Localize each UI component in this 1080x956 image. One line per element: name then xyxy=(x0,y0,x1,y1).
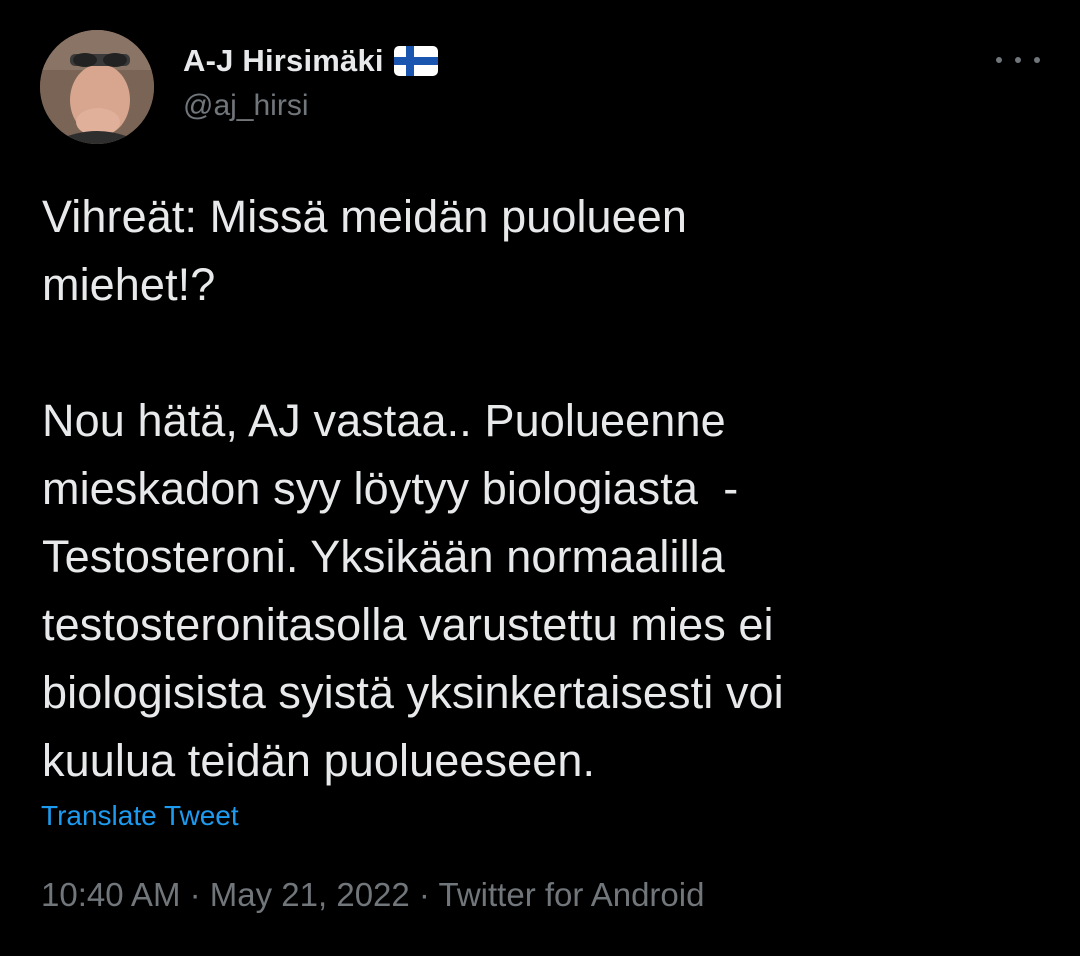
tweet-author: A-J Hirsimäki @aj_hirsi xyxy=(183,41,438,123)
translate-tweet-link[interactable]: Translate Tweet xyxy=(41,800,239,832)
dot-icon xyxy=(1015,57,1021,63)
meta-separator: · xyxy=(418,876,430,913)
tweet-card: A-J Hirsimäki @aj_hirsi Vihreät: Missä m… xyxy=(0,0,1080,956)
author-display-name[interactable]: A-J Hirsimäki xyxy=(183,43,384,79)
more-options-icon[interactable] xyxy=(996,48,1040,72)
dot-icon xyxy=(996,57,1002,63)
tweet-time[interactable]: 10:40 AM xyxy=(41,876,180,913)
author-handle[interactable]: @aj_hirsi xyxy=(183,89,438,123)
profile-photo-icon xyxy=(40,30,154,144)
author-name-row: A-J Hirsimäki xyxy=(183,41,438,81)
avatar[interactable] xyxy=(40,30,154,144)
tweet-metadata: 10:40 AM · May 21, 2022 · Twitter for An… xyxy=(41,876,704,914)
tweet-date[interactable]: May 21, 2022 xyxy=(210,876,410,913)
dot-icon xyxy=(1034,57,1040,63)
finland-flag-icon xyxy=(393,46,438,76)
meta-separator: · xyxy=(189,876,201,913)
tweet-text: Vihreät: Missä meidän puolueen miehet!? … xyxy=(42,191,784,786)
tweet-source[interactable]: Twitter for Android xyxy=(439,876,705,913)
